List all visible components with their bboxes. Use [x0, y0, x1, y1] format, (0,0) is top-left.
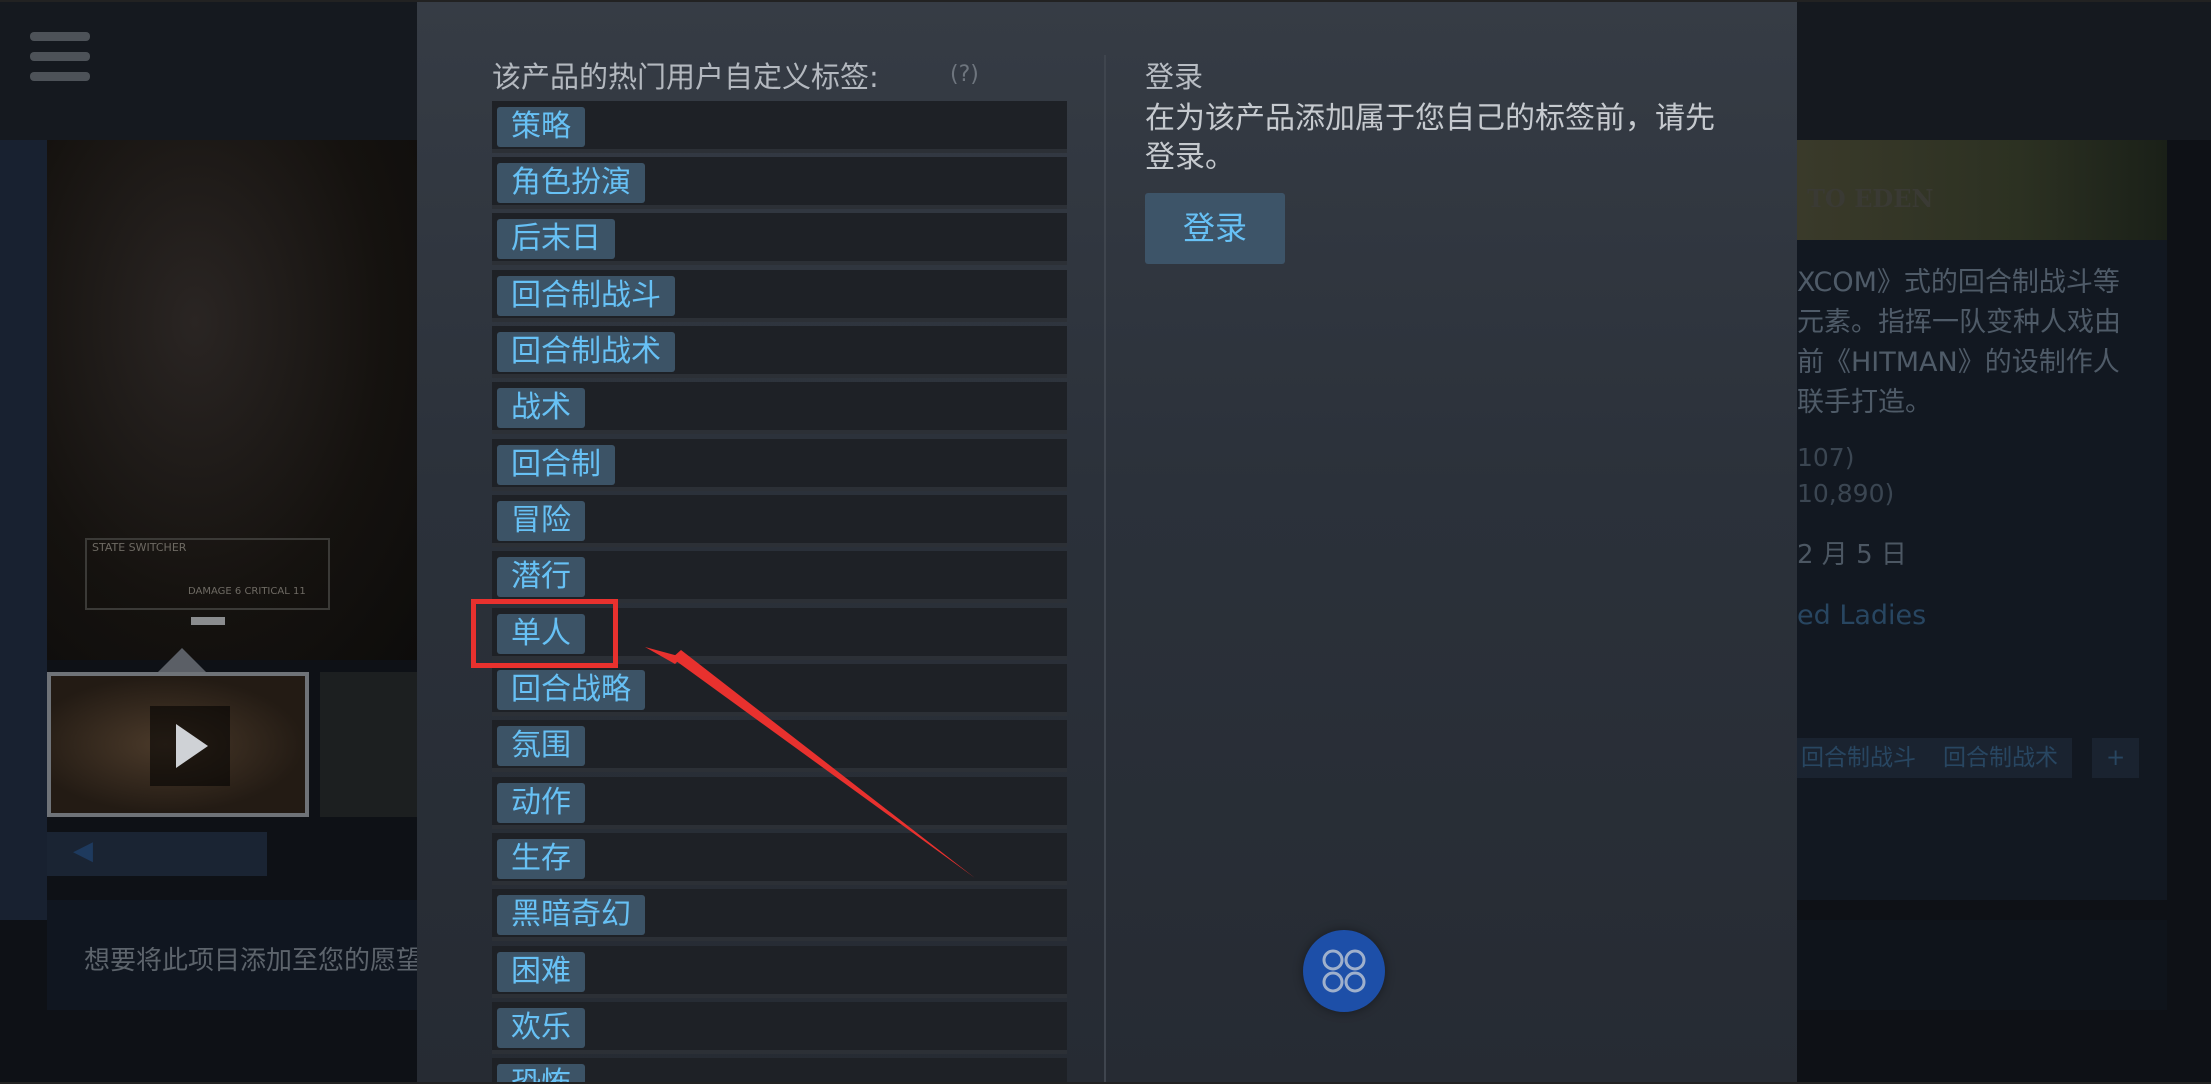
login-description: 在为该产品添加属于您自己的标签前，请先登录。	[1145, 101, 1715, 175]
screen: STATE SWITCHER DAMAGE 6 CRITICAL 11 ◀ 想要…	[0, 0, 2211, 1084]
annotation-arrow	[645, 647, 975, 878]
login-button[interactable]: 登录	[1145, 193, 1285, 264]
apps-icon[interactable]	[1303, 930, 1385, 1012]
frame-border-top	[0, 0, 2211, 2]
login-title: 登录	[1145, 60, 1204, 94]
